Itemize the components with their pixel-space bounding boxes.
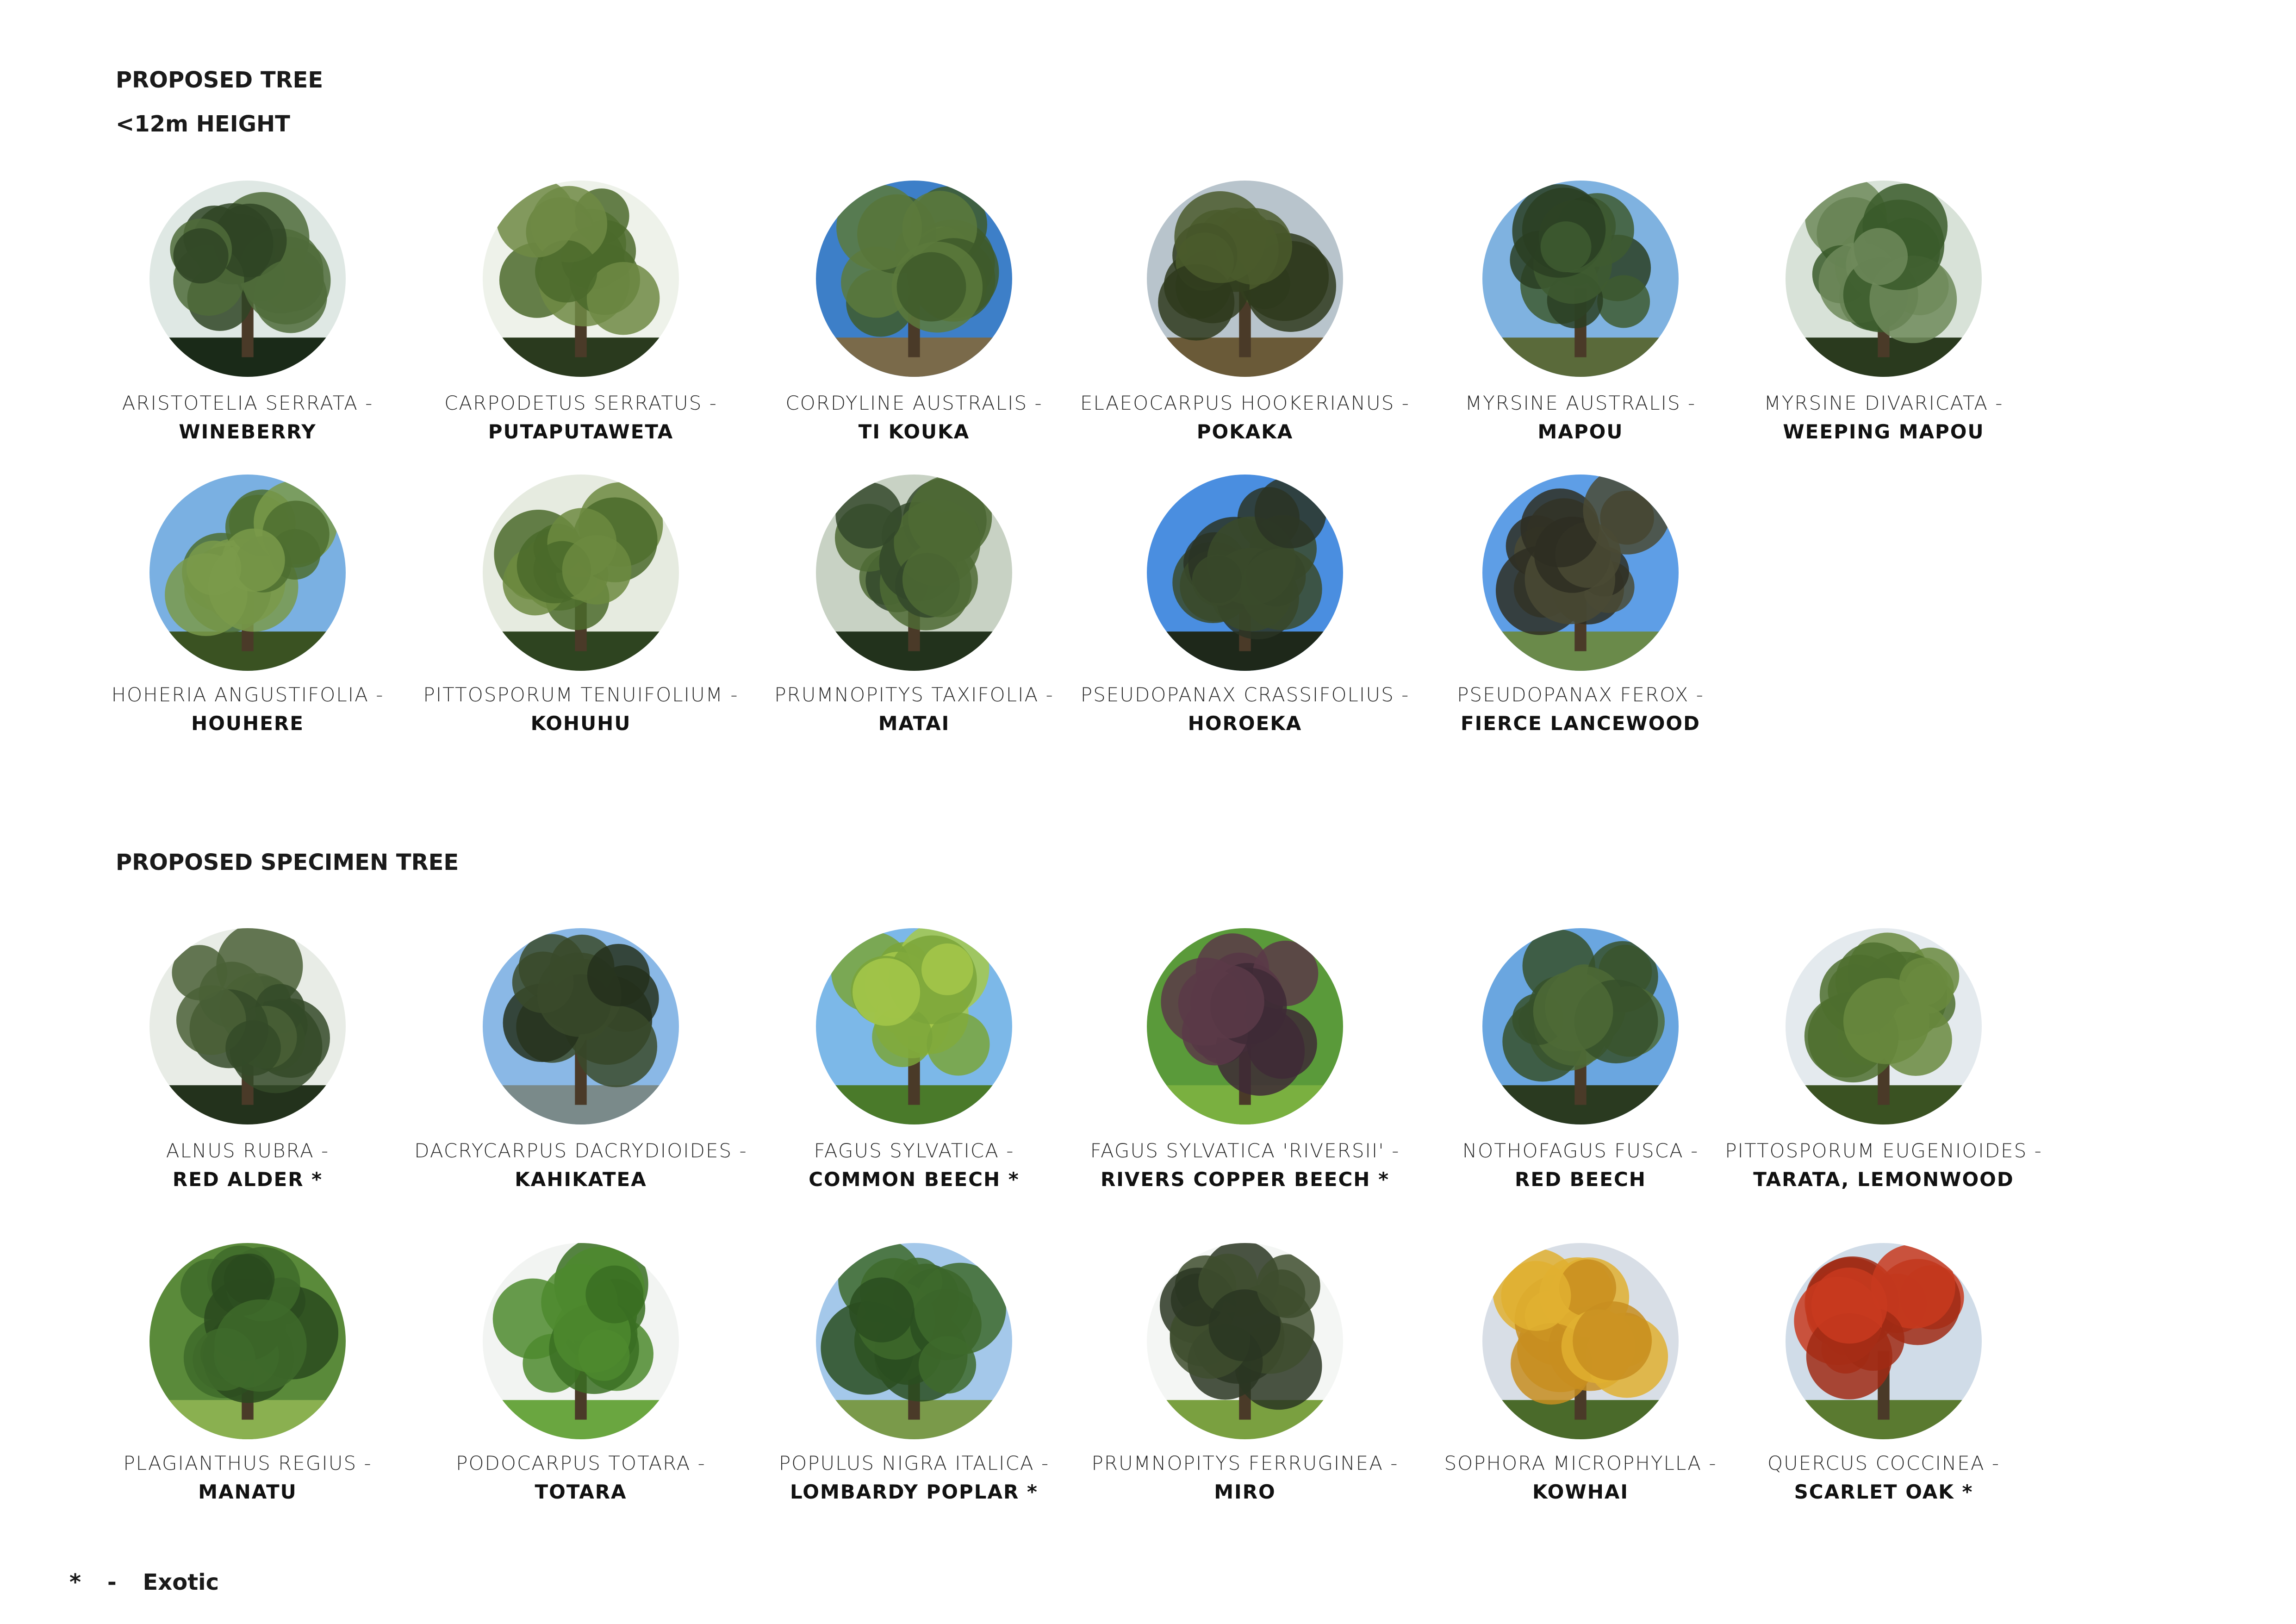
tree-common-name: FIERCE LANCEWOOD xyxy=(1460,712,1700,735)
tree-scientific-name: NOTHOFAGUS FUSCA - xyxy=(1462,1139,1699,1162)
tree-caption: PITTOSPORUM EUGENIOIDES - TARATA, LEMONWO… xyxy=(1717,1137,2050,1194)
tree-scientific-name: PSEUDOPANAX FEROX - xyxy=(1457,683,1704,706)
tree-photo xyxy=(1147,1243,1343,1439)
tree-caption: POPULUS NIGRA ITALICA - LOMBARDY POPLAR * xyxy=(747,1449,1081,1506)
tree-photo xyxy=(1482,475,1679,671)
tree-common-name: KOHUHU xyxy=(530,712,631,735)
tree-common-name: HOUHERE xyxy=(191,712,304,735)
tree-photo xyxy=(1482,1243,1679,1439)
tree-scientific-name: ARISTOTELIA SERRATA - xyxy=(122,392,373,414)
tree-scientific-name: SOPHORA MICROPHYLLA - xyxy=(1444,1452,1717,1474)
tree-common-name: POKAKA xyxy=(1196,420,1294,443)
tree-photo xyxy=(149,928,346,1124)
tree-scientific-name: PSEUDOPANAX CRASSIFOLIUS - xyxy=(1080,683,1410,706)
tree-grid: ARISTOTELIA SERRATA - WINEBERRY CARPODETUS… xyxy=(0,0,2296,1624)
tree-scientific-name: DACRYCARPUS DACRYDIOIDES - xyxy=(414,1139,747,1162)
tree-photo xyxy=(816,928,1012,1124)
tree-common-name: HOROEKA xyxy=(1188,712,1302,735)
tree-caption: PRUMNOPITYS FERRUGINEA - MIRO xyxy=(1078,1449,1412,1506)
tree-common-name: MAPOU xyxy=(1537,420,1624,443)
tree-common-name: MANATU xyxy=(198,1480,297,1503)
tree-photo xyxy=(816,475,1012,671)
tree-common-name: COMMON BEECH * xyxy=(809,1168,1020,1191)
legend-dash: - xyxy=(107,1569,117,1595)
tree-caption: FAGUS SYLVATICA 'RIVERSII' - RIVERS COPPE… xyxy=(1078,1137,1412,1194)
tree-scientific-name: PLAGIANTHUS REGIUS - xyxy=(123,1452,372,1474)
tree-caption: HOHERIA ANGUSTIFOLIA - HOUHERE xyxy=(81,681,414,738)
tree-caption: PODOCARPUS TOTARA - TOTARA xyxy=(414,1449,747,1506)
tree-caption: PRUMNOPITYS TAXIFOLIA - MATAI xyxy=(747,681,1081,738)
tree-photo xyxy=(1147,928,1343,1124)
tree-caption: ELAEOCARPUS HOOKERIANUS - POKAKA xyxy=(1078,389,1412,446)
tree-common-name: RIVERS COPPER BEECH * xyxy=(1100,1168,1390,1191)
tree-photo xyxy=(1147,475,1343,671)
tree-scientific-name: PRUMNOPITYS TAXIFOLIA - xyxy=(774,683,1054,706)
tree-caption: SOPHORA MICROPHYLLA - KOWHAI xyxy=(1414,1449,1747,1506)
tree-common-name: RED ALDER * xyxy=(172,1168,323,1191)
tree-caption: MYRSINE AUSTRALIS - MAPOU xyxy=(1414,389,1747,446)
tree-caption: PITTOSPORUM TENUIFOLIUM - KOHUHU xyxy=(414,681,747,738)
tree-photo xyxy=(483,1243,679,1439)
tree-common-name: KAHIKATEA xyxy=(515,1168,647,1191)
tree-common-name: SCARLET OAK * xyxy=(1794,1480,1973,1503)
tree-caption: FAGUS SYLVATICA - COMMON BEECH * xyxy=(747,1137,1081,1194)
tree-photo xyxy=(149,181,346,377)
tree-scientific-name: FAGUS SYLVATICA - xyxy=(814,1139,1014,1162)
tree-photo xyxy=(1482,928,1679,1124)
tree-common-name: TARATA, LEMONWOOD xyxy=(1753,1168,2014,1191)
tree-common-name: KOWHAI xyxy=(1532,1480,1629,1503)
tree-common-name: TI KOUKA xyxy=(858,420,970,443)
tree-common-name: LOMBARDY POPLAR * xyxy=(790,1480,1038,1503)
tree-common-name: MIRO xyxy=(1214,1480,1276,1503)
tree-caption: DACRYCARPUS DACRYDIOIDES - KAHIKATEA xyxy=(414,1137,747,1194)
tree-photo xyxy=(1786,928,1982,1124)
tree-scientific-name: MYRSINE AUSTRALIS - xyxy=(1465,392,1696,414)
tree-photo xyxy=(1147,181,1343,377)
tree-scientific-name: ALNUS RUBRA - xyxy=(166,1139,330,1162)
tree-caption: PSEUDOPANAX FEROX - FIERCE LANCEWOOD xyxy=(1414,681,1747,738)
tree-scientific-name: PITTOSPORUM EUGENIOIDES - xyxy=(1725,1139,2042,1162)
tree-scientific-name: PITTOSPORUM TENUIFOLIUM - xyxy=(423,683,739,706)
tree-common-name: WEEPING MAPOU xyxy=(1783,420,1985,443)
tree-scientific-name: QUERCUS COCCINEA - xyxy=(1767,1452,2000,1474)
tree-photo xyxy=(483,475,679,671)
tree-photo xyxy=(149,1243,346,1439)
tree-scientific-name: CARPODETUS SERRATUS - xyxy=(444,392,717,414)
tree-photo xyxy=(1786,181,1982,377)
tree-caption: MYRSINE DIVARICATA - WEEPING MAPOU xyxy=(1717,389,2050,446)
tree-common-name: MATAI xyxy=(878,712,950,735)
tree-caption: NOTHOFAGUS FUSCA - RED BEECH xyxy=(1414,1137,1747,1194)
tree-caption: PLAGIANTHUS REGIUS - MANATU xyxy=(81,1449,414,1506)
tree-photo xyxy=(149,475,346,671)
legend-symbol: * xyxy=(69,1569,81,1595)
legend-label: Exotic xyxy=(143,1569,219,1595)
tree-photo xyxy=(816,1243,1012,1439)
tree-caption: CARPODETUS SERRATUS - PUTAPUTAWETA xyxy=(414,389,747,446)
tree-photo xyxy=(816,181,1012,377)
tree-scientific-name: MYRSINE DIVARICATA - xyxy=(1764,392,2004,414)
tree-scientific-name: POPULUS NIGRA ITALICA - xyxy=(778,1452,1050,1474)
tree-photo xyxy=(483,181,679,377)
tree-photo xyxy=(1786,1243,1982,1439)
tree-scientific-name: FAGUS SYLVATICA 'RIVERSII' - xyxy=(1090,1139,1400,1162)
tree-caption: ARISTOTELIA SERRATA - WINEBERRY xyxy=(81,389,414,446)
tree-caption: ALNUS RUBRA - RED ALDER * xyxy=(81,1137,414,1194)
tree-scientific-name: CORDYLINE AUSTRALIS - xyxy=(785,392,1043,414)
tree-caption: CORDYLINE AUSTRALIS - TI KOUKA xyxy=(747,389,1081,446)
tree-photo xyxy=(1482,181,1679,377)
tree-caption: QUERCUS COCCINEA - SCARLET OAK * xyxy=(1717,1449,2050,1506)
tree-scientific-name: ELAEOCARPUS HOOKERIANUS - xyxy=(1080,392,1410,414)
tree-photo xyxy=(483,928,679,1124)
tree-common-name: TOTARA xyxy=(535,1480,627,1503)
tree-scientific-name: HOHERIA ANGUSTIFOLIA - xyxy=(111,683,384,706)
tree-scientific-name: PRUMNOPITYS FERRUGINEA - xyxy=(1091,1452,1399,1474)
tree-caption: PSEUDOPANAX CRASSIFOLIUS - HOROEKA xyxy=(1078,681,1412,738)
tree-scientific-name: PODOCARPUS TOTARA - xyxy=(456,1452,706,1474)
tree-common-name: PUTAPUTAWETA xyxy=(488,420,674,443)
legend: * - Exotic xyxy=(69,1569,237,1595)
tree-common-name: RED BEECH xyxy=(1515,1168,1646,1191)
tree-common-name: WINEBERRY xyxy=(179,420,317,443)
